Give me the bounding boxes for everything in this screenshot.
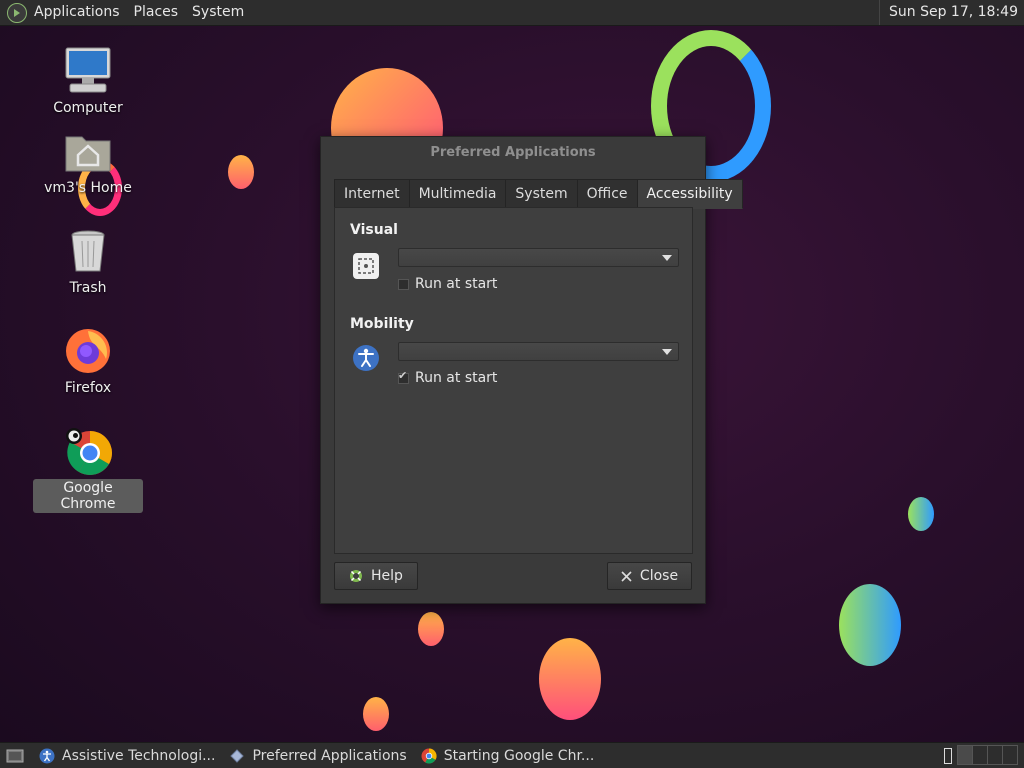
show-desktop-icon [6,749,24,762]
taskbar-item-label: Starting Google Chr... [443,747,595,764]
desktop-icon-trash[interactable]: Trash [33,225,143,297]
desktop-icon-label: Google Chrome [33,479,143,513]
mate-logo-icon[interactable] [7,2,27,23]
workspace-4[interactable] [1002,745,1018,765]
mobility-run-at-start[interactable]: ✔ Run at start [398,368,498,386]
decor-blob [363,697,389,731]
workspace-switcher[interactable] [957,745,1018,765]
visual-run-at-start[interactable]: Run at start [398,276,497,292]
help-lifebuoy-icon [349,569,363,583]
tab-system[interactable]: System [505,179,577,209]
tab-multimedia[interactable]: Multimedia [408,179,506,209]
chevron-down-icon [662,349,672,355]
visual-app-select[interactable] [398,248,679,267]
mobility-heading: Mobility [350,316,414,332]
visual-heading: Visual [350,222,398,238]
desktop-icon-label: Computer [53,100,123,116]
decor-blob [839,584,901,666]
screen-reader-icon [353,253,379,279]
menu-system[interactable]: System [185,0,251,25]
desktop-icon-label: vm3's Home [44,180,132,196]
tab-accessibility[interactable]: Accessibility [636,179,743,209]
desktop-icon-chrome[interactable]: Google Chrome [33,425,143,513]
desktop-icon-home[interactable]: vm3's Home [33,125,143,197]
show-desktop-button[interactable] [3,746,27,766]
desktop-icon-label: Trash [69,280,107,296]
workspace-2[interactable] [972,745,988,765]
tab-bar: Internet Multimedia System Office Access… [334,179,743,209]
desktop-icon-label: Firefox [64,380,112,396]
taskbar-item[interactable]: Assistive Technologi... [33,743,223,768]
close-icon [621,570,632,582]
tab-internet[interactable]: Internet [334,179,409,209]
clock[interactable]: Sun Sep 17, 18:49 [879,0,1018,25]
bottom-panel: Assistive Technologi... Preferred Applic… [0,742,1024,768]
accessibility-icon [39,748,55,764]
tray-indicator[interactable] [944,748,952,764]
workspace-3[interactable] [987,745,1003,765]
decor-blob [908,497,934,531]
preferred-applications-dialog: Preferred Applications Internet Multimed… [320,136,743,604]
accessibility-icon [353,345,379,371]
top-panel: Applications Places System Sun Sep 17, 1… [0,0,1024,26]
menu-applications[interactable]: Applications [33,0,127,25]
trash-icon [62,225,114,277]
help-button[interactable]: Help [334,562,418,590]
decor-blob [539,638,601,720]
diamond-icon [229,748,245,764]
help-button-label: Help [371,568,403,584]
mobility-app-select[interactable] [398,342,679,361]
checkmark-icon: ✔ [398,368,408,382]
chrome-icon [62,425,114,477]
visual-run-at-start-label: Run at start [415,276,498,292]
taskbar-item-label: Assistive Technologi... [62,747,216,764]
mobility-run-at-start-checkbox[interactable]: ✔ [398,368,409,384]
decor-blob [228,155,254,189]
taskbar-item-label: Preferred Applications [252,747,407,764]
decor-blob [418,612,444,646]
accessibility-panel: Visual Run at start Mobility ✔ Run at st… [334,207,693,554]
chevron-down-icon [662,255,672,261]
close-button-label: Close [639,568,679,584]
taskbar-item[interactable]: Preferred Applications [223,743,414,768]
mobility-run-at-start-label: Run at start [415,370,498,386]
menu-places[interactable]: Places [127,0,186,25]
visual-run-at-start-checkbox[interactable] [398,278,409,290]
home-folder-icon [62,125,114,177]
workspace-1[interactable] [957,745,973,765]
tab-office[interactable]: Office [576,179,637,209]
desktop-icon-firefox[interactable]: Firefox [33,325,143,397]
taskbar-item[interactable]: Starting Google Chr... [415,743,603,768]
dialog-title[interactable]: Preferred Applications [321,137,705,169]
close-button[interactable]: Close [607,562,692,590]
firefox-icon [62,325,114,377]
desktop-icon-computer[interactable]: Computer [33,45,143,117]
chrome-icon [421,747,437,764]
computer-icon [62,45,114,97]
